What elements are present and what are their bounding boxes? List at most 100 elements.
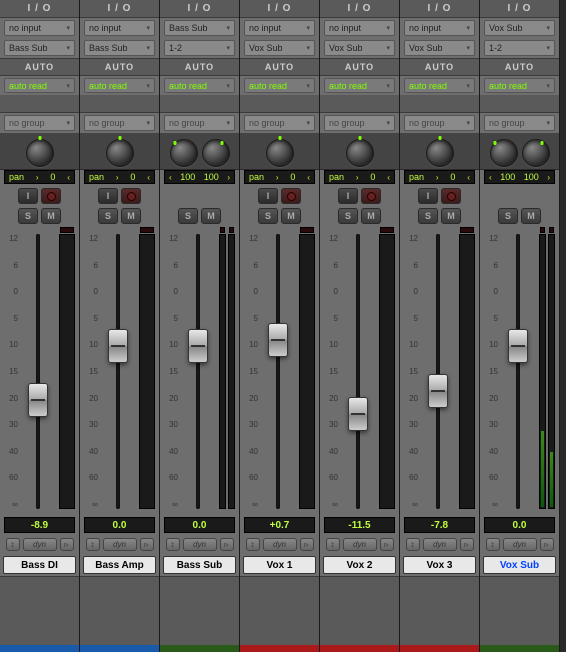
record-enable-button[interactable] [441,188,461,204]
comments-area[interactable] [320,576,399,652]
track-name[interactable]: Bass DI [3,556,76,574]
track-name[interactable]: Bass Sub [163,556,236,574]
fader-cap[interactable] [28,383,48,417]
track-name[interactable]: Vox 3 [403,556,476,574]
fader-track[interactable] [180,230,215,513]
track-name[interactable]: Vox Sub [483,556,556,574]
output-win-right-icon[interactable]: ▹ [220,538,234,551]
automation-mode[interactable]: auto read▾ [484,78,555,93]
volume-readout[interactable]: 0.0 [484,517,555,533]
mute-button[interactable]: M [281,208,301,224]
output-win-right-icon[interactable]: ▹ [300,538,314,551]
pan-readout[interactable]: ‹100100› [164,170,235,184]
solo-button[interactable]: S [98,208,118,224]
output-win-left-icon[interactable]: ↕ [326,538,340,551]
group-selector[interactable]: no group▾ [324,115,395,131]
output-selector[interactable]: Vox Sub▾ [404,40,475,56]
solo-button[interactable]: S [498,208,518,224]
input-selector[interactable]: no input▾ [324,20,395,36]
comments-area[interactable] [480,576,559,652]
fader-cap[interactable] [108,329,128,363]
delay-comp-button[interactable]: dyn [183,538,217,551]
fader-cap[interactable] [348,397,368,431]
output-win-right-icon[interactable]: ▹ [460,538,474,551]
track-color-bar[interactable] [80,645,159,652]
mute-button[interactable]: M [201,208,221,224]
solo-button[interactable]: S [18,208,38,224]
group-selector[interactable]: no group▾ [244,115,315,131]
pan-readout[interactable]: pan›0‹ [244,170,315,184]
pan-knob[interactable] [26,139,54,167]
solo-button[interactable]: S [338,208,358,224]
volume-readout[interactable]: -8.9 [4,517,75,533]
comments-area[interactable] [80,576,159,652]
clip-indicator[interactable] [229,227,234,233]
input-monitor-button[interactable]: I [338,188,358,204]
output-win-left-icon[interactable]: ↕ [246,538,260,551]
clip-indicator[interactable] [140,227,154,233]
clip-indicator[interactable] [540,227,545,233]
volume-readout[interactable]: 0.0 [164,517,235,533]
input-selector[interactable]: no input▾ [404,20,475,36]
output-win-left-icon[interactable]: ↕ [166,538,180,551]
track-name[interactable]: Vox 1 [243,556,316,574]
automation-mode[interactable]: auto read▾ [324,78,395,93]
track-color-bar[interactable] [240,645,319,652]
group-selector[interactable]: no group▾ [84,115,155,131]
automation-mode[interactable]: auto read▾ [244,78,315,93]
pan-knob[interactable] [346,139,374,167]
delay-comp-button[interactable]: dyn [343,538,377,551]
track-color-bar[interactable] [0,645,79,652]
record-enable-button[interactable] [41,188,61,204]
solo-button[interactable]: S [418,208,438,224]
comments-area[interactable] [160,576,239,652]
output-selector[interactable]: Vox Sub▾ [244,40,315,56]
mute-button[interactable]: M [121,208,141,224]
record-enable-button[interactable] [281,188,301,204]
pan-readout[interactable]: pan›0‹ [404,170,475,184]
input-selector[interactable]: Vox Sub▾ [484,20,555,36]
comments-area[interactable] [240,576,319,652]
output-win-right-icon[interactable]: ▹ [140,538,154,551]
clip-indicator[interactable] [460,227,474,233]
fader-track[interactable] [340,230,375,513]
mute-button[interactable]: M [441,208,461,224]
volume-readout[interactable]: -7.8 [404,517,475,533]
delay-comp-button[interactable]: dyn [103,538,137,551]
comments-area[interactable] [400,576,479,652]
delay-comp-button[interactable]: dyn [423,538,457,551]
mute-button[interactable]: M [41,208,61,224]
group-selector[interactable]: no group▾ [4,115,75,131]
clip-indicator[interactable] [60,227,74,233]
input-monitor-button[interactable]: I [418,188,438,204]
track-name[interactable]: Vox 2 [323,556,396,574]
mute-button[interactable]: M [361,208,381,224]
clip-indicator[interactable] [549,227,554,233]
fader-track[interactable] [100,230,135,513]
record-enable-button[interactable] [361,188,381,204]
fader-cap[interactable] [188,329,208,363]
track-color-bar[interactable] [160,645,239,652]
group-selector[interactable]: no group▾ [484,115,555,131]
track-color-bar[interactable] [400,645,479,652]
record-enable-button[interactable] [121,188,141,204]
output-win-left-icon[interactable]: ↕ [6,538,20,551]
output-selector[interactable]: Bass Sub▾ [84,40,155,56]
track-color-bar[interactable] [320,645,399,652]
pan-knob-left[interactable] [490,139,518,167]
input-selector[interactable]: no input▾ [4,20,75,36]
solo-button[interactable]: S [258,208,278,224]
volume-readout[interactable]: 0.0 [84,517,155,533]
clip-indicator[interactable] [220,227,225,233]
pan-readout[interactable]: pan›0‹ [84,170,155,184]
automation-mode[interactable]: auto read▾ [404,78,475,93]
pan-readout[interactable]: pan›0‹ [324,170,395,184]
output-selector[interactable]: Vox Sub▾ [324,40,395,56]
input-monitor-button[interactable]: I [18,188,38,204]
pan-knob-left[interactable] [170,139,198,167]
clip-indicator[interactable] [380,227,394,233]
input-selector[interactable]: no input▾ [84,20,155,36]
volume-readout[interactable]: +0.7 [244,517,315,533]
input-selector[interactable]: no input▾ [244,20,315,36]
comments-area[interactable] [0,576,79,652]
